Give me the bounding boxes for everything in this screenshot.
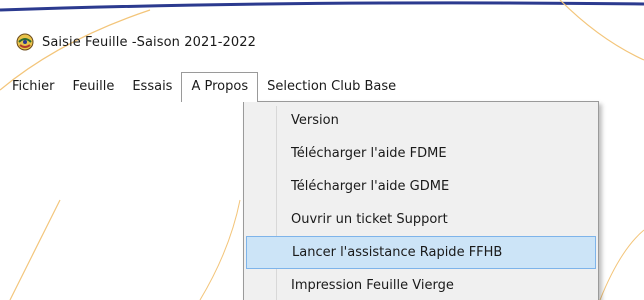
menu-fichier[interactable]: Fichier bbox=[0, 72, 64, 102]
menu-bar: Fichier Feuille Essais A Propos Selectio… bbox=[0, 72, 644, 102]
menu-item-lancer-assistance-rapide[interactable]: Lancer l'assistance Rapide FFHB bbox=[246, 236, 596, 269]
menu-item-ouvrir-ticket-support[interactable]: Ouvrir un ticket Support bbox=[246, 203, 596, 236]
menu-feuille[interactable]: Feuille bbox=[64, 72, 124, 102]
menu-item-version[interactable]: Version bbox=[246, 104, 596, 137]
menu-a-propos[interactable]: A Propos bbox=[181, 72, 259, 102]
menu-item-telecharger-aide-fdme[interactable]: Télécharger l'aide FDME bbox=[246, 137, 596, 170]
title-bar: Saisie Feuille -Saison 2021-2022 bbox=[0, 22, 644, 62]
menu-essais[interactable]: Essais bbox=[123, 72, 181, 102]
menu-item-telecharger-aide-gdme[interactable]: Télécharger l'aide GDME bbox=[246, 170, 596, 203]
app-logo-icon bbox=[16, 33, 34, 51]
a-propos-dropdown: Version Télécharger l'aide FDME Téléchar… bbox=[243, 101, 599, 300]
menu-item-impression-feuille-vierge[interactable]: Impression Feuille Vierge bbox=[246, 269, 596, 300]
menu-selection-club-base[interactable]: Selection Club Base bbox=[258, 72, 405, 102]
window-title: Saisie Feuille -Saison 2021-2022 bbox=[42, 34, 256, 50]
screen: Saisie Feuille -Saison 2021-2022 Fichier… bbox=[0, 0, 644, 300]
